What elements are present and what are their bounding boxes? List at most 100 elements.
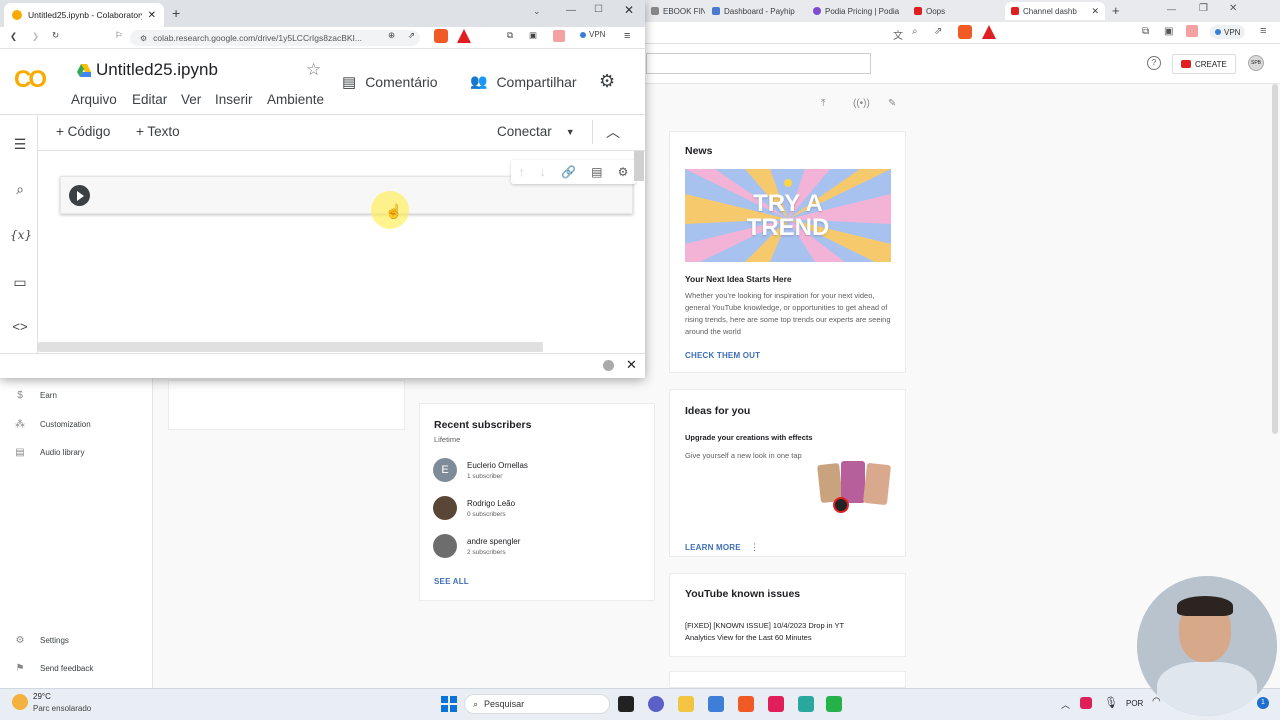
vpn-button[interactable]: VPN bbox=[580, 30, 605, 39]
settings-gear-icon[interactable]: ⚙ bbox=[599, 71, 615, 92]
bg-tab-2[interactable]: Podia Pricing | Podia bbox=[807, 2, 907, 20]
menu-icon[interactable]: ≡ bbox=[624, 30, 630, 42]
table-of-contents-icon[interactable]: ☰ bbox=[10, 136, 30, 153]
colab-tab[interactable]: Untitled25.ipynb - Colaboratory ✕ bbox=[4, 3, 164, 27]
account-avatar[interactable]: SPB bbox=[1248, 55, 1264, 71]
create-button[interactable]: CREATE bbox=[1172, 54, 1236, 74]
move-up-icon[interactable]: ↑ bbox=[519, 165, 525, 179]
page-scrollbar[interactable] bbox=[1272, 84, 1278, 434]
collapse-chevron-icon[interactable]: ︿ bbox=[606, 122, 620, 142]
back-icon[interactable]: ❮ bbox=[10, 31, 17, 42]
menu-arquivo[interactable]: Arquivo bbox=[71, 92, 117, 107]
extensions-icon[interactable]: ⧉ bbox=[1142, 26, 1149, 37]
taskbar-search-box[interactable]: ⌕ Pesquisar bbox=[464, 694, 610, 714]
menu-ver[interactable]: Ver bbox=[181, 92, 201, 107]
close-tab-icon[interactable]: ✕ bbox=[148, 10, 156, 21]
bg-tab-1[interactable]: Dashboard - Payhip bbox=[706, 2, 806, 20]
zoom-icon[interactable]: ⌕ bbox=[912, 26, 918, 37]
known-issue-item[interactable]: [FIXED] [KNOWN ISSUE] 10/4/2023 Drop in … bbox=[685, 620, 865, 644]
sidebar-item-earn[interactable]: $ Earn bbox=[14, 387, 57, 403]
subscriber-row[interactable]: Rodrigo Leão 0 subscribers bbox=[433, 495, 515, 521]
minimize-icon[interactable]: — bbox=[566, 5, 576, 16]
folder-icon[interactable]: ▭ bbox=[10, 274, 30, 291]
colab-logo[interactable]: CO bbox=[14, 66, 47, 94]
upload-icon[interactable]: ⤒ bbox=[821, 98, 825, 109]
menu-editar[interactable]: Editar bbox=[132, 92, 167, 107]
see-all-subscribers-link[interactable]: SEE ALL bbox=[434, 577, 469, 586]
status-indicator-icon[interactable] bbox=[603, 360, 614, 371]
sidebar-toggle-icon[interactable]: ▣ bbox=[1164, 26, 1173, 37]
sidebar-item-audio-library[interactable]: ▤ Audio library bbox=[14, 444, 84, 460]
subscriber-row[interactable]: andre spengler 2 subscribers bbox=[433, 533, 520, 559]
comment-button[interactable]: ▤ Comentário bbox=[342, 73, 438, 91]
share-page-icon[interactable]: ⇗ bbox=[408, 30, 415, 41]
sidebar-item-send-feedback[interactable]: ⚑ Send feedback bbox=[14, 660, 94, 676]
brave-shield-icon[interactable] bbox=[434, 29, 448, 43]
go-live-icon[interactable]: ((•)) bbox=[853, 98, 870, 109]
move-down-icon[interactable]: ↓ bbox=[540, 165, 546, 179]
extensions-icon[interactable]: ⧉ bbox=[507, 30, 513, 41]
task-view-icon[interactable] bbox=[618, 696, 634, 712]
search-icon[interactable]: ⌕ bbox=[10, 181, 30, 198]
link-icon[interactable]: 🔗 bbox=[561, 165, 576, 179]
add-text-button[interactable]: + Texto bbox=[136, 124, 180, 139]
whatsapp-icon[interactable] bbox=[826, 696, 842, 712]
slack-icon[interactable] bbox=[768, 696, 784, 712]
wallet-icon[interactable] bbox=[553, 30, 565, 42]
cell-settings-icon[interactable]: ⚙ bbox=[618, 165, 629, 179]
translate-icon[interactable]: 文 bbox=[893, 27, 903, 42]
weather-temp[interactable]: 29°C bbox=[33, 692, 51, 701]
code-snippets-icon[interactable]: <> bbox=[10, 319, 30, 334]
channel-search-input[interactable] bbox=[646, 53, 871, 74]
connect-button[interactable]: Conectar ▼ bbox=[497, 124, 575, 139]
brave-rewards-icon[interactable] bbox=[457, 29, 471, 43]
microphone-icon[interactable]: 🎙 bbox=[1104, 696, 1118, 709]
tray-slack-icon[interactable] bbox=[1080, 697, 1092, 709]
tray-expand-icon[interactable]: ︿ bbox=[1061, 698, 1070, 711]
weather-icon[interactable] bbox=[12, 694, 28, 710]
new-tab-button[interactable]: + bbox=[1112, 3, 1120, 18]
edit-icon[interactable]: ✎ bbox=[888, 98, 896, 109]
window-close-icon[interactable]: ✕ bbox=[624, 3, 634, 17]
horizontal-scrollbar[interactable] bbox=[38, 342, 543, 352]
zoom-icon[interactable]: ⊕ bbox=[388, 30, 395, 41]
bg-tab-4-active[interactable]: Channel dashb ✕ bbox=[1005, 2, 1105, 20]
learn-more-link[interactable]: LEARN MORE bbox=[685, 543, 741, 552]
add-code-button[interactable]: + Código bbox=[56, 124, 110, 139]
url-field[interactable]: ⚙ colab.research.google.com/drive/1y5LCC… bbox=[130, 30, 420, 46]
notebook-title[interactable]: Untitled25.ipynb bbox=[96, 60, 218, 80]
bg-tab-3[interactable]: Oops bbox=[908, 2, 1003, 20]
brave-browser-icon[interactable] bbox=[738, 696, 754, 712]
new-tab-button[interactable]: + bbox=[172, 5, 180, 21]
sidebar-item-customization[interactable]: ⁂ Customization bbox=[14, 416, 91, 432]
menu-icon[interactable]: ≡ bbox=[1260, 25, 1266, 37]
variables-icon[interactable]: {x} bbox=[10, 228, 32, 242]
chat-icon[interactable] bbox=[648, 696, 664, 712]
more-options-icon[interactable]: ⋮ bbox=[750, 542, 759, 553]
tab-search-icon[interactable]: ⌄ bbox=[533, 6, 541, 17]
wallet-icon[interactable] bbox=[1186, 25, 1198, 37]
close-status-icon[interactable]: ✕ bbox=[626, 357, 637, 373]
run-cell-button[interactable] bbox=[69, 185, 90, 206]
close-tab-icon[interactable]: ✕ bbox=[1091, 6, 1099, 17]
subscriber-row[interactable]: E Euclerio Ornellas 1 subscriber bbox=[433, 457, 528, 483]
forward-icon[interactable]: ❯ bbox=[32, 31, 39, 42]
sidebar-toggle-icon[interactable]: ▣ bbox=[529, 30, 537, 41]
share-button[interactable]: 👥 Compartilhar bbox=[470, 73, 577, 90]
bg-tab-0[interactable]: EBOOK FIN Q bbox=[645, 2, 705, 20]
windows-start-icon[interactable] bbox=[441, 696, 457, 712]
share-page-icon[interactable]: ⇗ bbox=[934, 26, 942, 37]
window-close-icon[interactable]: ✕ bbox=[1229, 3, 1237, 14]
restore-icon[interactable]: ❐ bbox=[1199, 3, 1208, 14]
brave-shield-icon[interactable] bbox=[958, 25, 972, 39]
comment-cell-icon[interactable]: ▤ bbox=[591, 165, 602, 179]
settings-app-icon[interactable] bbox=[708, 696, 724, 712]
help-icon[interactable]: ? bbox=[1147, 56, 1161, 70]
app-icon[interactable] bbox=[798, 696, 814, 712]
reload-icon[interactable]: ↻ bbox=[52, 30, 59, 41]
vertical-scrollbar[interactable] bbox=[634, 151, 644, 181]
maximize-icon[interactable]: ☐ bbox=[594, 4, 603, 15]
star-icon[interactable]: ☆ bbox=[306, 60, 321, 80]
vpn-button[interactable]: VPN bbox=[1210, 25, 1246, 39]
sidebar-item-settings[interactable]: ⚙ Settings bbox=[14, 632, 69, 648]
